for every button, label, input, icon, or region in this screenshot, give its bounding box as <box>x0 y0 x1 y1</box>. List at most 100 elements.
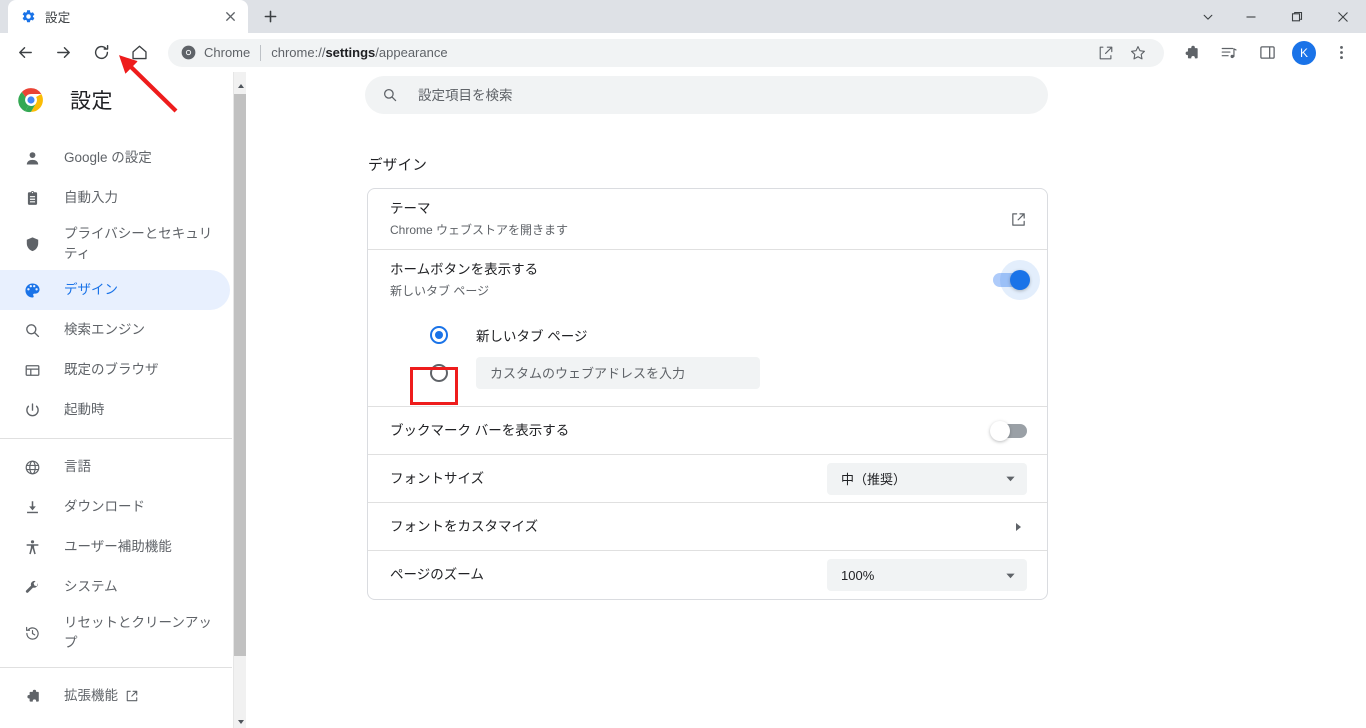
sidebar-item-system[interactable]: システム <box>0 567 230 607</box>
scroll-down-arrow-icon[interactable] <box>234 715 246 728</box>
tab-settings[interactable]: 設定 <box>8 0 248 33</box>
tab-search-chevron-down-icon[interactable] <box>1188 1 1228 33</box>
settings-brand: 設定 <box>0 72 246 128</box>
forward-icon[interactable] <box>48 38 78 68</box>
sidebar-group-1: Google の設定 自動入力 プライバシーとセキュリティ デザイン 検索エンジ… <box>0 138 246 438</box>
sidebar-item-label: システム <box>64 579 118 594</box>
row-page-zoom[interactable]: ページのズーム 100% <box>368 551 1047 599</box>
address-bar[interactable]: Chrome chrome://settings/appearance <box>168 38 1164 67</box>
power-icon <box>22 400 42 420</box>
row-customize-fonts[interactable]: フォントをカスタマイズ <box>368 503 1047 551</box>
url-bold: settings <box>325 45 376 60</box>
select-value: 100% <box>841 567 875 583</box>
star-icon[interactable] <box>1125 40 1151 66</box>
sidebar-item-languages[interactable]: 言語 <box>0 447 230 487</box>
accessibility-icon <box>22 537 42 557</box>
globe-icon <box>22 457 42 477</box>
chevron-right-icon[interactable] <box>1009 518 1027 536</box>
bookmarks-bar-toggle[interactable] <box>990 420 1027 441</box>
search-icon <box>381 86 399 104</box>
minimize-icon[interactable] <box>1228 1 1274 33</box>
close-icon[interactable] <box>220 7 240 27</box>
home-page-options: 新しいタブ ページ <box>368 310 1047 407</box>
omnibox-brand: Chrome <box>204 45 251 60</box>
sidebar-item-default-browser[interactable]: 既定のブラウザ <box>0 350 230 390</box>
row-theme-action[interactable] <box>1009 210 1027 228</box>
scrollbar-thumb[interactable] <box>234 94 246 656</box>
palette-icon <box>22 280 42 300</box>
font-size-select[interactable]: 中（推奨） <box>827 462 1027 495</box>
home-button-toggle[interactable] <box>993 260 1040 300</box>
row-title: フォントをカスタマイズ <box>390 518 539 534</box>
row-theme-texts: テーマ Chrome ウェブストアを開きます <box>390 189 1009 249</box>
select-value: 中（推奨） <box>841 472 907 487</box>
sidebar-item-accessibility[interactable]: ユーザー補助機能 <box>0 527 230 567</box>
sidebar-item-privacy[interactable]: プライバシーとセキュリティ <box>0 218 230 270</box>
search-icon <box>22 320 42 340</box>
option-custom-url[interactable] <box>430 354 1027 392</box>
browser-toolbar: Chrome chrome://settings/appearance K <box>0 33 1366 72</box>
new-tab-page-radio[interactable] <box>430 326 448 344</box>
sidebar-item-label: プライバシーとセキュリティ <box>64 226 213 261</box>
sidebar-item-autofill[interactable]: 自動入力 <box>0 178 230 218</box>
sidebar-scrollbar[interactable] <box>233 72 246 728</box>
custom-url-input[interactable] <box>476 357 760 389</box>
custom-url-radio[interactable] <box>430 364 448 382</box>
sidebar-divider <box>0 438 232 439</box>
sidebar-item-on-startup[interactable]: 起動時 <box>0 390 230 430</box>
side-panel-icon[interactable] <box>1252 38 1282 68</box>
row-title: ブックマーク バーを表示する <box>390 422 570 438</box>
page-zoom-select[interactable]: 100% <box>827 559 1027 591</box>
row-bookmarks-action[interactable] <box>990 420 1027 441</box>
row-show-home-button[interactable]: ホームボタンを表示する 新しいタブ ページ <box>368 250 1047 310</box>
close-window-icon[interactable] <box>1320 1 1366 33</box>
search-input[interactable] <box>416 86 1032 104</box>
share-icon[interactable] <box>1093 40 1119 66</box>
omnibox-actions <box>1090 40 1154 66</box>
maximize-icon[interactable] <box>1274 1 1320 33</box>
tab-strip: 設定 <box>0 0 1366 33</box>
scroll-up-arrow-icon[interactable] <box>234 79 246 92</box>
sidebar-item-label: 自動入力 <box>64 190 118 205</box>
option-new-tab-page[interactable]: 新しいタブ ページ <box>430 316 1027 354</box>
sidebar-item-reset-cleanup[interactable]: リセットとクリーンアップ <box>0 607 230 659</box>
sidebar-item-label: 既定のブラウザ <box>64 362 159 377</box>
home-icon[interactable] <box>124 38 154 68</box>
three-dot-menu-icon[interactable] <box>1326 38 1356 68</box>
sidebar-group-3: 拡張機能 <box>0 676 246 724</box>
row-theme[interactable]: テーマ Chrome ウェブストアを開きます <box>368 189 1047 250</box>
sidebar-item-downloads[interactable]: ダウンロード <box>0 487 230 527</box>
row-home-action[interactable] <box>993 260 1040 300</box>
chevron-down-icon <box>1003 568 1017 582</box>
new-tab-button[interactable] <box>256 2 284 30</box>
sidebar-item-google[interactable]: Google の設定 <box>0 138 230 178</box>
row-font-size[interactable]: フォントサイズ 中（推奨） <box>368 455 1047 503</box>
wrench-icon <box>22 577 42 597</box>
settings-search[interactable] <box>365 76 1048 114</box>
sidebar-item-label: リセットとクリーンアップ <box>64 615 212 650</box>
row-customize-fonts-action[interactable] <box>1009 518 1027 536</box>
row-page-zoom-action[interactable]: 100% <box>827 559 1027 591</box>
restore-icon <box>22 623 42 643</box>
sidebar-item-label: ダウンロード <box>64 499 145 514</box>
sidebar-item-search-engine[interactable]: 検索エンジン <box>0 310 230 350</box>
sidebar-item-appearance[interactable]: デザイン <box>0 270 230 310</box>
puzzle-icon <box>22 686 42 706</box>
puzzle-icon[interactable] <box>1176 38 1206 68</box>
clipboard-icon <box>22 188 42 208</box>
reload-icon[interactable] <box>86 38 116 68</box>
row-show-bookmarks-bar[interactable]: ブックマーク バーを表示する <box>368 407 1047 455</box>
sidebar-item-extensions[interactable]: 拡張機能 <box>0 676 230 716</box>
row-title: ホームボタンを表示する <box>390 262 539 277</box>
external-link-icon[interactable] <box>1009 210 1027 228</box>
avatar[interactable]: K <box>1292 40 1316 65</box>
sidebar-item-label: 検索エンジン <box>64 322 145 337</box>
back-icon[interactable] <box>10 38 40 68</box>
toggle-knob <box>990 420 1010 441</box>
row-title: フォントサイズ <box>390 470 485 486</box>
row-font-size-action[interactable]: 中（推奨） <box>827 462 1027 495</box>
media-list-icon[interactable] <box>1214 38 1244 68</box>
row-subtitle: 新しいタブ ページ <box>390 284 490 298</box>
gear-icon <box>20 9 36 25</box>
url-prefix: chrome:// <box>271 45 326 60</box>
